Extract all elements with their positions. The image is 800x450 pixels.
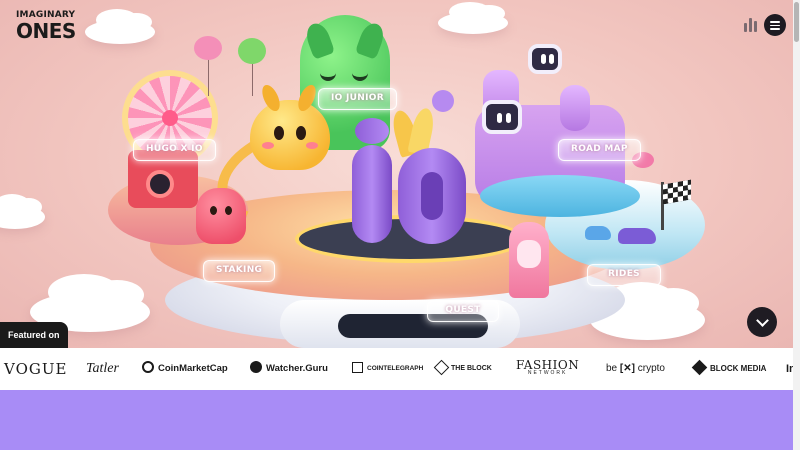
io-letter-o-hole (421, 172, 443, 220)
ring-platform (480, 175, 640, 217)
press-logo-coinmarketcap-text: CoinMarketCap (158, 363, 228, 374)
red-monster (196, 188, 246, 244)
chick-cheek (262, 142, 274, 149)
hamburger-menu-icon (770, 28, 780, 30)
brand-logo[interactable]: IMAGINARY ONES (16, 11, 76, 43)
press-logo-be-text: be (606, 363, 618, 374)
io-letter-dot (355, 118, 389, 144)
robot-head (528, 44, 562, 74)
the-block-icon (433, 359, 450, 375)
pink-building-window (517, 240, 541, 268)
frog-balloon (238, 38, 266, 64)
press-logo-the-block-text: THE BLOCK (451, 365, 492, 372)
press-logo-fashion-network[interactable]: FASHION NETWORK (516, 359, 579, 376)
press-logo-bracket-x-text: [✕] (619, 363, 635, 374)
monster-eye (320, 73, 336, 81)
cloud (438, 2, 508, 34)
robot-eye (497, 113, 502, 123)
monster-eye (352, 73, 368, 81)
pink-balloon (194, 36, 222, 60)
map-label-road-map[interactable]: ROAD MAP (558, 139, 641, 161)
press-logo-strip: VOGUE Tatler CoinMarketCap Watcher.Guru … (0, 348, 800, 390)
press-logo-crypto-text: crypto (637, 363, 665, 374)
map-label-rides[interactable]: RIDES (587, 264, 661, 286)
sound-bars-icon[interactable] (744, 18, 758, 32)
press-logo-tatler[interactable]: Tatler (86, 348, 119, 390)
chick-eye (274, 126, 284, 140)
race-car (618, 228, 656, 244)
robot-eye (541, 54, 546, 64)
io-letter-i (352, 145, 392, 243)
block-media-icon (691, 360, 708, 376)
monster-horn (354, 20, 388, 60)
balloon-string (252, 62, 253, 96)
scrollbar-thumb[interactable] (794, 2, 799, 42)
speaker-icon (146, 170, 174, 198)
press-logo-cointelegraph-text: COINTELEGRAPH (367, 365, 424, 372)
coinmarketcap-icon (142, 361, 154, 374)
menu-button[interactable] (764, 14, 786, 36)
press-logo-watcher-guru-text: Watcher.Guru (266, 363, 328, 374)
press-logo-watcher-guru[interactable]: Watcher.Guru (250, 348, 328, 390)
race-car (585, 226, 611, 240)
sound-bar (754, 21, 757, 32)
cloud (0, 194, 45, 229)
press-logo-the-block[interactable]: THE BLOCK (433, 348, 492, 390)
chick-cheek (306, 142, 318, 149)
red-monster-eye (225, 206, 232, 215)
map-label-hugo-x-io[interactable]: HUGO X IO (133, 139, 216, 161)
press-logo-cointelegraph[interactable]: COINTELEGRAPH (352, 348, 423, 390)
red-monster-eye (210, 206, 217, 215)
hero-scene: IO JUNIOR HUGO X IO ROAD MAP STAKING RID… (0, 0, 800, 348)
press-logo-block-media-text: BLOCK MEDIA (710, 364, 767, 373)
brand-logo-bottom: ONES (16, 19, 76, 43)
press-logo-block-media[interactable]: BLOCK MEDIA (691, 348, 767, 390)
hamburger-menu-icon (770, 24, 780, 27)
page-scrollbar[interactable] (793, 0, 800, 450)
sound-bar (744, 23, 747, 32)
watcher-guru-icon (250, 361, 262, 374)
scroll-down-button[interactable] (747, 307, 777, 337)
map-label-quest[interactable]: QUEST (427, 300, 499, 322)
ferris-wheel-hub (162, 110, 178, 126)
chick-ear (258, 82, 284, 114)
yellow-chick-character (250, 82, 330, 170)
hamburger-menu-icon (770, 21, 780, 23)
press-logo-coinmarketcap[interactable]: CoinMarketCap (142, 348, 228, 390)
featured-on-label: Featured on (0, 322, 68, 348)
map-label-io-junior[interactable]: IO JUNIOR (318, 88, 397, 110)
castle-tower (560, 85, 590, 131)
cloud (85, 9, 155, 44)
chick-eye (296, 126, 306, 140)
robot-head (482, 100, 522, 134)
map-label-staking[interactable]: STAKING (203, 260, 276, 282)
monster-horn (302, 20, 336, 60)
robot-eye (506, 113, 511, 123)
sound-bar (749, 18, 752, 32)
balloon-string (208, 56, 209, 96)
bunny-balloon (432, 90, 454, 112)
next-section (0, 390, 800, 450)
robot-eye (549, 54, 554, 64)
cointelegraph-icon (352, 361, 363, 373)
press-logo-be-in-crypto[interactable]: be [✕] crypto (606, 348, 665, 390)
press-logo-vogue[interactable]: VOGUE (4, 348, 67, 390)
